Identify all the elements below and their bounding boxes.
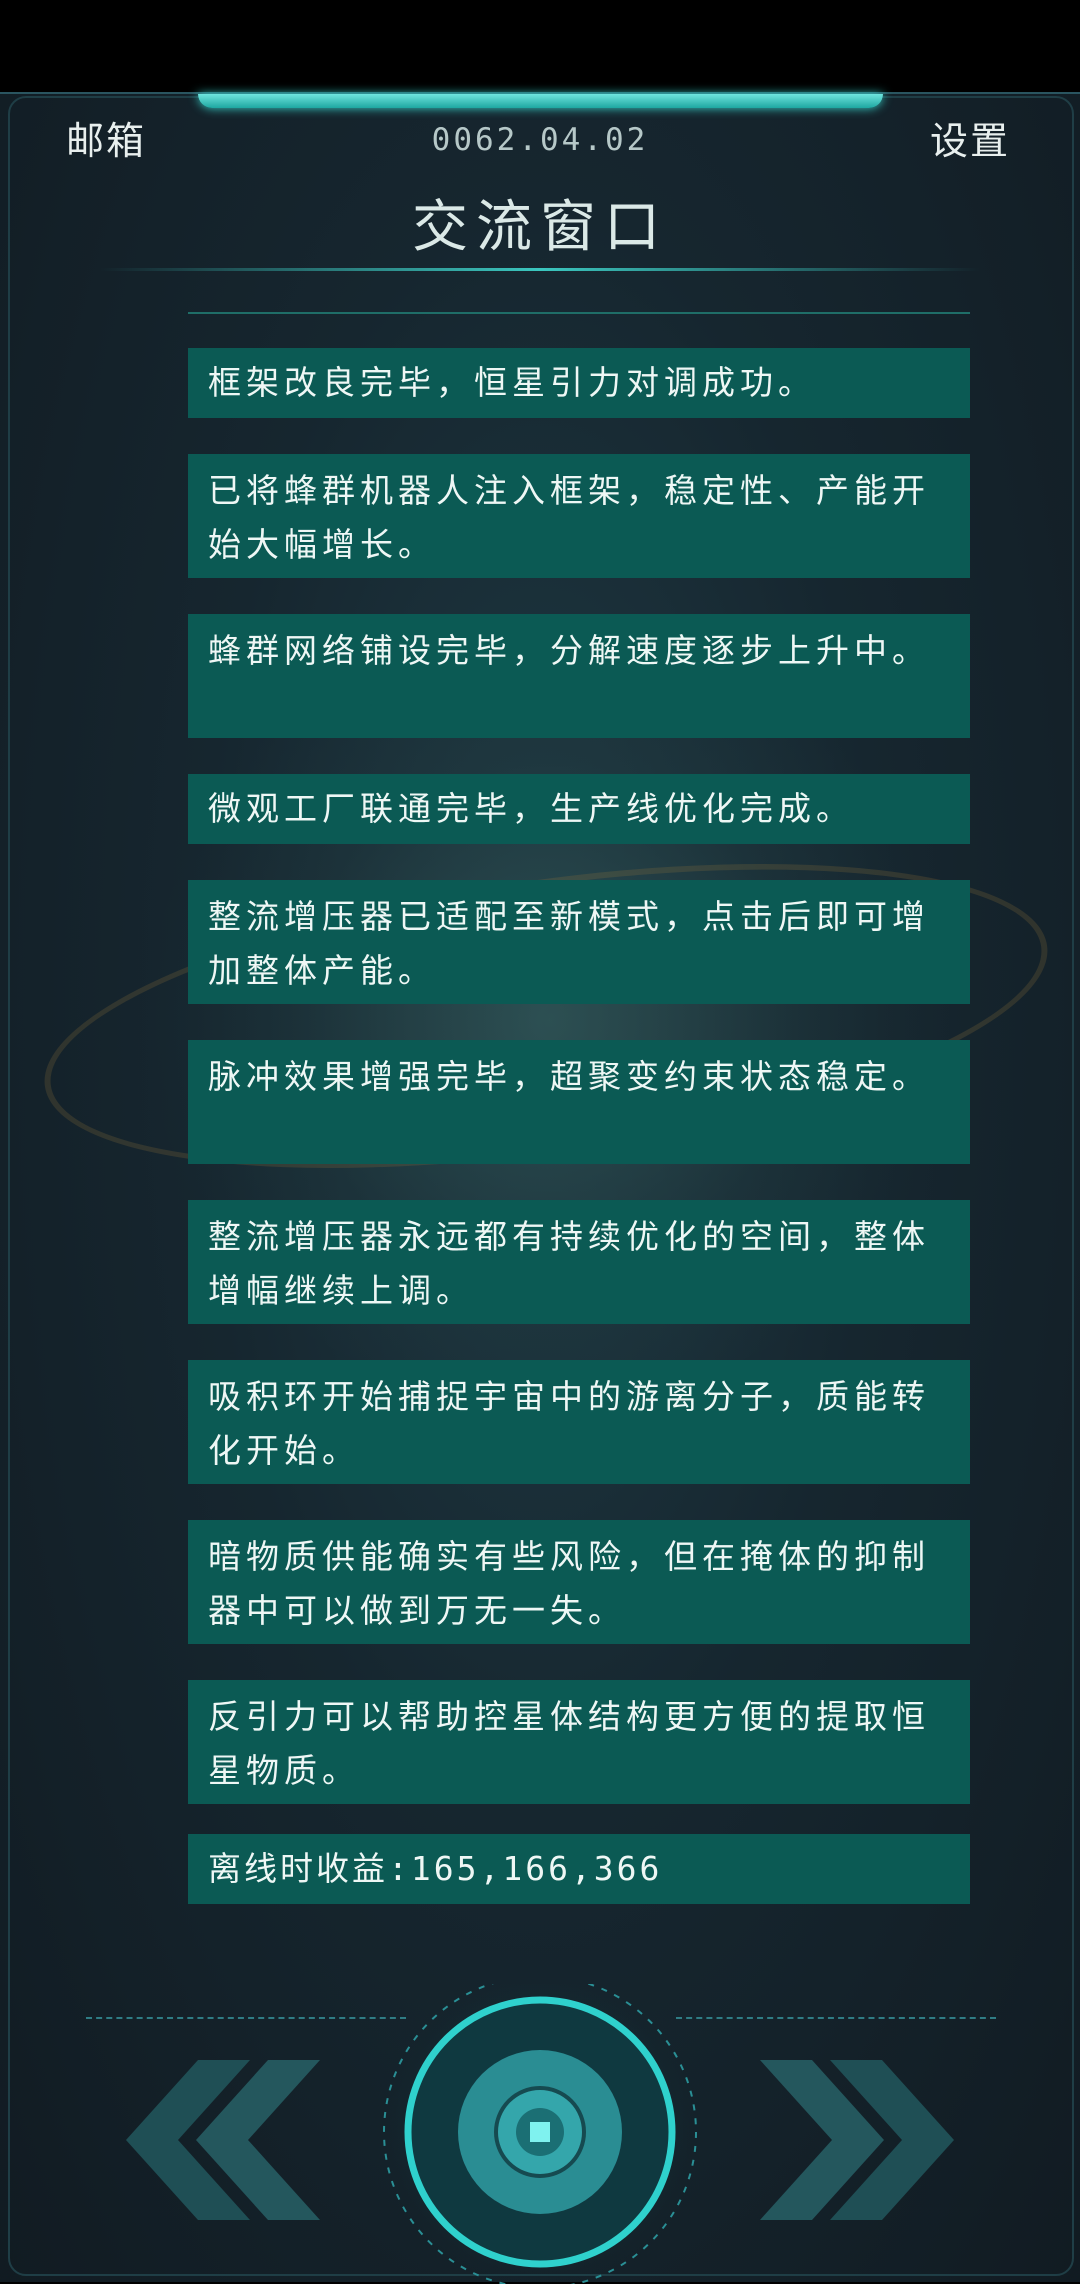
message-item: 蜂群网络铺设完毕，分解速度逐步上升中。 (188, 614, 970, 738)
message-item: 微观工厂联通完毕，生产线优化完成。 (188, 774, 970, 844)
bottom-nav (0, 1960, 1080, 2284)
nav-dash-right (676, 2017, 996, 2019)
core-button-icon[interactable] (376, 1984, 704, 2284)
message-item: 反引力可以帮助控星体结构更方便的提取恒星物质。 (188, 1680, 970, 1804)
panel-top-glow (198, 94, 883, 108)
message-item: 已将蜂群机器人注入框架，稳定性、产能开始大幅增长。 (188, 454, 970, 578)
message-item: 框架改良完毕，恒星引力对调成功。 (188, 348, 970, 418)
message-item: 吸积环开始捕捉宇宙中的游离分子，质能转化开始。 (188, 1360, 970, 1484)
message-item: 暗物质供能确实有些风险，但在掩体的抑制器中可以做到万无一失。 (188, 1520, 970, 1644)
message-item: 整流增压器已适配至新模式，点击后即可增加整体产能。 (188, 880, 970, 1004)
title-divider (100, 268, 980, 271)
settings-button[interactable]: 设置 (930, 110, 1010, 165)
message-item: 脉冲效果增强完毕，超聚变约束状态稳定。 (188, 1040, 970, 1164)
status-bar (0, 0, 1080, 92)
header: 邮箱 0062.04.02 设置 (0, 110, 1080, 170)
offline-income: 离线时收益:165,166,366 (188, 1834, 970, 1904)
game-date: 0062.04.02 (431, 122, 649, 158)
window-title: 交流窗口 (412, 195, 668, 260)
nav-dash-left (86, 2017, 406, 2019)
list-top-divider (188, 312, 970, 314)
double-chevron-right-icon[interactable] (760, 2060, 980, 2220)
double-chevron-left-icon[interactable] (100, 2060, 320, 2220)
message-item: 整流增压器永远都有持续优化的空间，整体增幅继续上调。 (188, 1200, 970, 1324)
